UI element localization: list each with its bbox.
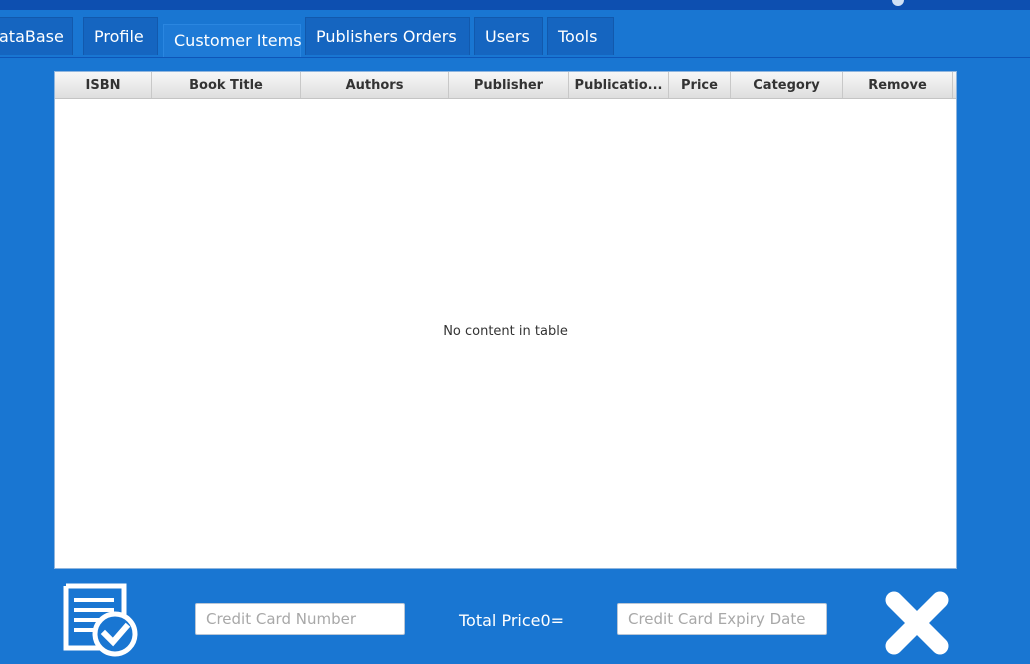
table-header: ISBN Book Title Authors Publisher Public…	[55, 72, 956, 99]
checkout-document-check-icon[interactable]	[62, 582, 140, 660]
customer-items-table[interactable]: ISBN Book Title Authors Publisher Public…	[54, 71, 957, 569]
total-price-label: Total Price	[459, 611, 541, 630]
column-header-authors[interactable]: Authors	[301, 72, 449, 98]
total-price-display: Total Price0=	[459, 611, 564, 630]
tab-publishers-orders[interactable]: Publishers Orders	[305, 17, 470, 55]
credit-card-number-input[interactable]	[195, 603, 405, 635]
column-header-category[interactable]: Category	[731, 72, 843, 98]
total-price-value: 0	[540, 611, 551, 630]
column-header-price[interactable]: Price	[669, 72, 731, 98]
close-icon[interactable]	[882, 588, 952, 658]
column-header-remove[interactable]: Remove	[843, 72, 953, 98]
column-header-publication[interactable]: Publicatio...	[569, 72, 669, 98]
tab-profile[interactable]: Profile	[83, 17, 158, 55]
tab-bar: ataBase Profile Customer Items Publisher…	[0, 10, 1030, 58]
tab-customer-items[interactable]: Customer Items	[163, 24, 302, 57]
tab-database[interactable]: ataBase	[0, 17, 73, 55]
credit-card-expiry-input[interactable]	[617, 603, 827, 635]
column-header-book-title[interactable]: Book Title	[152, 72, 301, 98]
column-header-publisher[interactable]: Publisher	[449, 72, 569, 98]
tab-users[interactable]: Users	[474, 17, 543, 55]
tab-tools[interactable]: Tools	[547, 17, 614, 55]
total-price-suffix: =	[550, 611, 565, 630]
status-dot-icon	[892, 0, 904, 6]
table-empty-placeholder: No content in table	[443, 324, 568, 339]
column-header-isbn[interactable]: ISBN	[55, 72, 152, 98]
window-header-bar	[0, 0, 1030, 10]
